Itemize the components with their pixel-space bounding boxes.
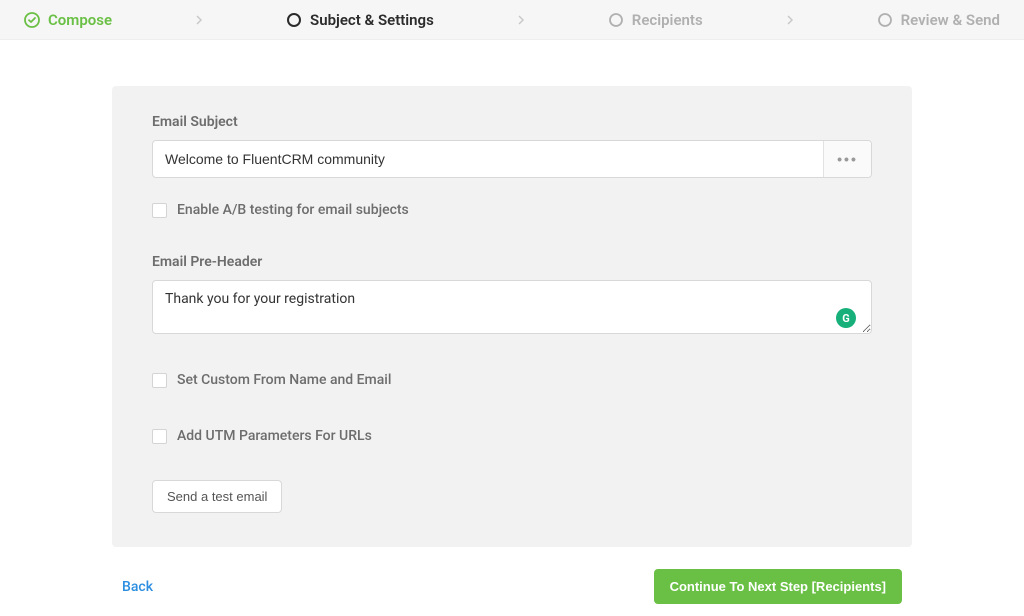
ellipsis-icon: ••• [837, 151, 858, 167]
step-recipients[interactable]: Recipients [608, 11, 703, 29]
chevron-right-icon [193, 14, 205, 26]
wizard-stepper: Compose Subject & Settings Recipients Re… [0, 0, 1024, 40]
preheader-label: Email Pre-Header [152, 254, 872, 270]
circle-icon [286, 12, 302, 28]
utm-label: Add UTM Parameters For URLs [177, 428, 372, 444]
subject-label: Email Subject [152, 114, 872, 130]
ab-test-label: Enable A/B testing for email subjects [177, 202, 409, 218]
step-label: Review & Send [901, 11, 1000, 29]
ab-test-checkbox[interactable] [152, 203, 167, 218]
step-label: Subject & Settings [310, 11, 434, 29]
continue-next-button[interactable]: Continue To Next Step [Recipients] [654, 569, 902, 604]
custom-from-checkbox[interactable] [152, 373, 167, 388]
subject-input[interactable] [153, 141, 823, 177]
utm-checkbox[interactable] [152, 429, 167, 444]
back-link[interactable]: Back [122, 579, 153, 595]
subject-input-group: ••• [152, 140, 872, 178]
step-label: Recipients [632, 11, 703, 29]
chevron-right-icon [784, 14, 796, 26]
custom-from-row: Set Custom From Name and Email [152, 372, 872, 388]
footer-actions: Back Continue To Next Step [Recipients] [112, 569, 912, 604]
circle-icon [877, 12, 893, 28]
preheader-textarea[interactable] [152, 280, 872, 334]
step-label: Compose [48, 11, 112, 29]
circle-icon [608, 12, 624, 28]
step-compose[interactable]: Compose [24, 11, 112, 29]
utm-row: Add UTM Parameters For URLs [152, 428, 872, 444]
custom-from-label: Set Custom From Name and Email [177, 372, 391, 388]
ab-test-row: Enable A/B testing for email subjects [152, 202, 872, 218]
chevron-right-icon [515, 14, 527, 26]
check-circle-icon [24, 12, 40, 28]
grammarly-icon[interactable]: G [836, 308, 856, 328]
subject-more-button[interactable]: ••• [823, 141, 871, 177]
step-review-send[interactable]: Review & Send [877, 11, 1000, 29]
settings-panel: Email Subject ••• Enable A/B testing for… [112, 86, 912, 547]
send-test-email-button[interactable]: Send a test email [152, 480, 282, 513]
step-subject-settings[interactable]: Subject & Settings [286, 11, 434, 29]
